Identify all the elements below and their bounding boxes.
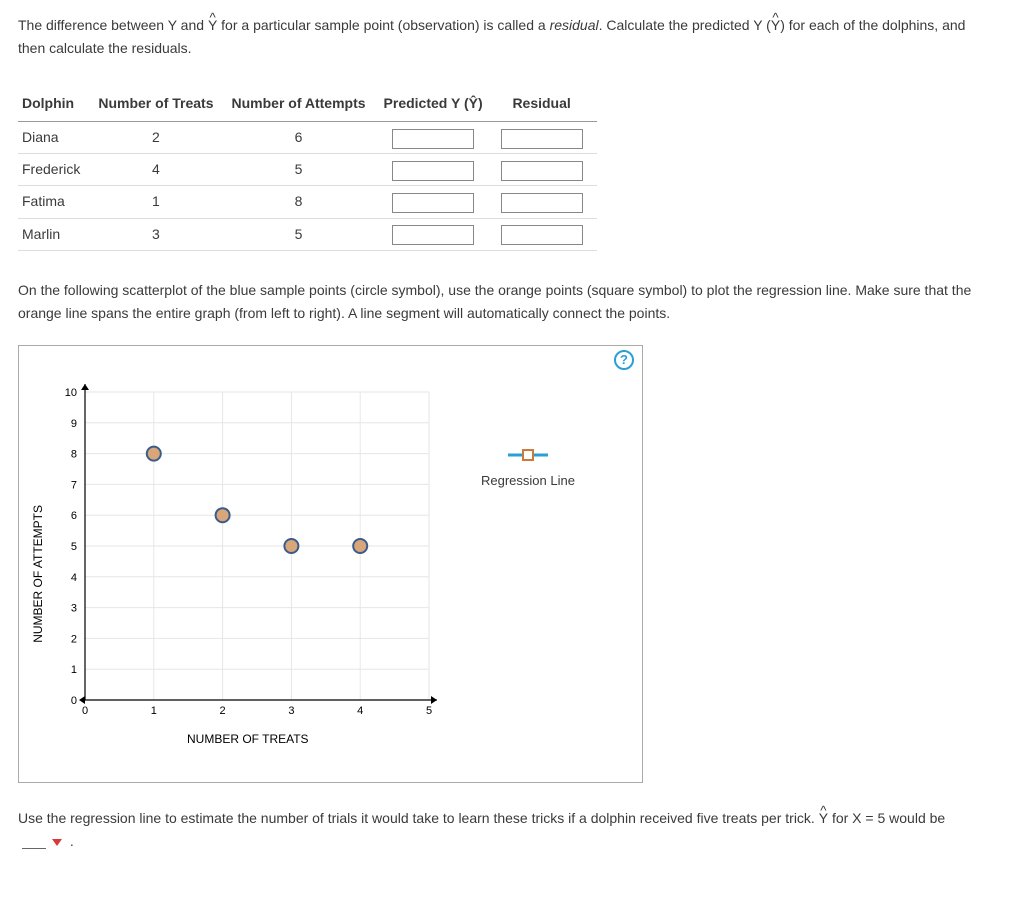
chevron-down-icon (52, 839, 62, 846)
col-attempts: Number of Attempts (228, 88, 380, 122)
chart-container: ? NUMBER OF ATTEMPTS 0 1 2 3 4 5 0 1 2 3 4 5 6 7 8 9 10 … (18, 345, 643, 783)
svg-text:7: 7 (71, 479, 77, 491)
cell-treats: 3 (94, 218, 227, 250)
cell-treats: 4 (94, 154, 227, 186)
cell-name: Frederick (18, 154, 94, 186)
legend: Regression Line (481, 448, 575, 764)
y-hat-symbol: Y^ (819, 807, 828, 830)
col-residual: Residual (497, 88, 597, 122)
final-period: . (66, 833, 74, 849)
table-row: Fatima 1 8 (18, 186, 597, 218)
svg-text:6: 6 (71, 510, 77, 522)
y-hat-symbol: Y^ (771, 14, 780, 37)
table-row: Marlin 3 5 (18, 218, 597, 250)
final-text-1: Use the regression line to estimate the … (18, 810, 819, 826)
svg-text:10: 10 (65, 387, 77, 399)
svg-text:3: 3 (71, 602, 77, 614)
intro-text-3: . Calculate the predicted Y ( (599, 17, 771, 33)
predicted-input[interactable] (392, 193, 474, 213)
col-predicted: Predicted Y (Ŷ) (380, 88, 497, 122)
svg-text:3: 3 (288, 705, 294, 717)
svg-text:8: 8 (71, 448, 77, 460)
predicted-input[interactable] (392, 225, 474, 245)
cell-attempts: 6 (228, 122, 380, 154)
cell-attempts: 5 (228, 154, 380, 186)
intro-text-1: The difference between Y and (18, 17, 208, 33)
residual-input[interactable] (501, 225, 583, 245)
residual-input[interactable] (501, 129, 583, 149)
table-row: Diana 2 6 (18, 122, 597, 154)
cell-treats: 1 (94, 186, 227, 218)
cell-attempts: 8 (228, 186, 380, 218)
svg-text:0: 0 (82, 705, 88, 717)
y-axis-label: NUMBER OF ATTEMPTS (29, 505, 49, 643)
dolphin-table: Dolphin Number of Treats Number of Attem… (18, 88, 597, 250)
cell-name: Marlin (18, 218, 94, 250)
answer-dropdown[interactable] (18, 835, 66, 849)
svg-text:0: 0 (71, 695, 77, 707)
col-dolphin: Dolphin (18, 88, 94, 122)
final-paragraph: Use the regression line to estimate the … (18, 807, 978, 853)
residual-input[interactable] (501, 161, 583, 181)
col-treats: Number of Treats (94, 88, 227, 122)
cell-name: Diana (18, 122, 94, 154)
legend-item-regression[interactable]: Regression Line (481, 448, 575, 491)
y-hat-symbol: Y^ (208, 14, 217, 37)
svg-text:5: 5 (426, 705, 432, 717)
plot-region[interactable]: NUMBER OF ATTEMPTS 0 1 2 3 4 5 0 1 2 3 4 5 6 7 8 9 10 NU… (29, 384, 459, 764)
legend-label: Regression Line (481, 470, 575, 491)
scatter-instructions: On the following scatterplot of the blue… (18, 279, 978, 325)
cell-name: Fatima (18, 186, 94, 218)
svg-text:2: 2 (71, 633, 77, 645)
svg-text:5: 5 (71, 541, 77, 553)
residual-input[interactable] (501, 193, 583, 213)
cell-treats: 2 (94, 122, 227, 154)
table-header-row: Dolphin Number of Treats Number of Attem… (18, 88, 597, 122)
svg-text:1: 1 (71, 664, 77, 676)
square-icon (506, 448, 550, 462)
scatter-plot[interactable]: 0 1 2 3 4 5 0 1 2 3 4 5 6 7 8 9 10 (53, 384, 443, 724)
svg-text:9: 9 (71, 418, 77, 430)
predicted-input[interactable] (392, 129, 474, 149)
x-axis-label: NUMBER OF TREATS (53, 730, 443, 750)
svg-text:4: 4 (357, 705, 363, 717)
predicted-input[interactable] (392, 161, 474, 181)
svg-text:2: 2 (219, 705, 225, 717)
intro-text-2: for a particular sample point (observati… (217, 17, 549, 33)
chart-toolbar: ? (19, 346, 642, 370)
intro-paragraph: The difference between Y and Y^ for a pa… (18, 14, 978, 60)
help-icon[interactable]: ? (614, 350, 634, 370)
residual-em: residual (550, 17, 599, 33)
table-row: Frederick 4 5 (18, 154, 597, 186)
cell-attempts: 5 (228, 218, 380, 250)
svg-text:1: 1 (151, 705, 157, 717)
final-text-2: for X = 5 would be (828, 810, 945, 826)
svg-text:4: 4 (71, 572, 77, 584)
